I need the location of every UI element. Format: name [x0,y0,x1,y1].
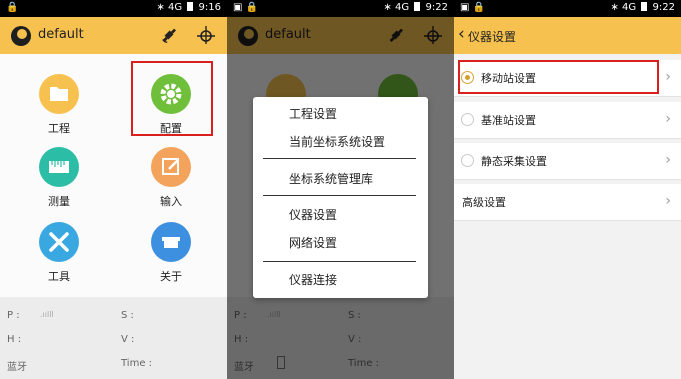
menu-divider [263,261,416,262]
info-panel: P : .ıılll S : H : V : 蓝牙 Time : [0,297,227,379]
ruler-icon [39,147,79,187]
instrument-settings-screen: ▣ 🔒 ∗ 4G 9:22 ‹ 仪器设置 移动站设置 › 基准站设置 › 静态采… [454,0,681,379]
tile-label: 测量 [48,195,70,208]
gps-target-icon[interactable] [196,25,216,45]
chevron-right-icon: › [665,193,671,209]
row-label: 静态采集设置 [481,155,547,168]
main-screen: 🔒 ∗ 4G 9:16 default 工程 配置 测量 输入 工具 关于 P … [0,0,227,379]
status-bar: 🔒 ∗ 4G 9:16 [0,0,227,17]
settings-row-advanced[interactable]: 高级设置 › [454,184,681,221]
tile-label: 工具 [48,270,70,283]
tile-label: 输入 [160,195,182,208]
lock-icon: 🔒 [472,2,486,13]
settings-row-base[interactable]: 基准站设置 › [454,102,681,139]
network-label: 4G [395,2,410,13]
bluetooth-icon: ∗ [383,2,392,13]
back-arrow-icon[interactable]: ‹ [458,24,465,44]
menu-item-instrument-connect[interactable]: 仪器连接 [289,271,337,288]
status-bar: ▣ 🔒 ∗ 4G 9:22 [454,0,681,17]
tile-label: 关于 [160,270,182,283]
satellite-icon[interactable] [160,25,178,45]
bluetooth-icon: ∗ [156,2,165,13]
menu-divider [263,195,416,196]
menu-item-project-settings[interactable]: 工程设置 [289,105,337,122]
status-right: ∗ 4G 9:22 [610,2,675,13]
menu-item-instrument-settings[interactable]: 仪器设置 [289,206,337,223]
edit-icon [151,147,191,187]
app-bar: default [0,17,227,54]
clock: 9:16 [198,2,221,13]
lock-icon: 🔒 [6,2,19,13]
menu-divider [263,158,416,159]
info-time: Time : [121,358,153,369]
status-bar: ▣ 🔒 ∗ 4G 9:22 [227,0,454,17]
tile-project[interactable]: 工程 [14,74,104,144]
network-label: 4G [622,2,637,13]
settings-title-bar: ‹ 仪器设置 [454,17,681,54]
radio-icon[interactable] [461,113,474,126]
tile-label: 工程 [48,122,70,135]
clock: 9:22 [425,2,448,13]
device-icon [151,222,191,262]
bluetooth-icon: ∗ [610,2,619,13]
chevron-right-icon: › [665,69,671,85]
status-left: ▣ 🔒 [233,2,259,13]
info-s: S : [121,310,134,321]
network-label: 4G [168,2,183,13]
chevron-right-icon: › [665,111,671,127]
battery-icon [641,2,648,11]
status-right: ∗ 4G 9:22 [383,2,448,13]
settings-row-static[interactable]: 静态采集设置 › [454,143,681,180]
info-h: H : [7,334,22,345]
status-left: ▣ 🔒 [460,2,486,13]
app-title: default [38,27,84,42]
info-bluetooth: 蓝牙 [7,362,27,373]
menu-item-current-coord-settings[interactable]: 当前坐标系统设置 [289,133,385,150]
highlight-box [131,61,213,136]
tile-about[interactable]: 关于 [126,222,216,292]
signal-icon: .ıılll [40,310,54,319]
tile-measure[interactable]: 测量 [14,147,104,217]
radio-icon[interactable] [461,154,474,167]
row-label: 高级设置 [462,196,506,209]
chevron-right-icon: › [665,152,671,168]
info-p: P : [7,310,20,321]
row-label: 基准站设置 [481,114,536,127]
menu-item-coord-library[interactable]: 坐标系统管理库 [289,170,373,187]
battery-icon [414,2,421,11]
page-title: 仪器设置 [468,30,517,44]
app-logo-icon [11,26,31,46]
lock-icon: 🔒 [245,2,259,13]
folder-icon [39,74,79,114]
menu-item-network-settings[interactable]: 网络设置 [289,234,337,251]
tools-icon [39,222,79,262]
highlight-box [458,60,659,94]
config-menu-screen: ▣ 🔒 ∗ 4G 9:22 default P : .ıılll S : H :… [227,0,454,379]
status-right: ∗ 4G 9:16 [156,2,221,13]
battery-icon [187,2,194,11]
config-menu: 工程设置 当前坐标系统设置 坐标系统管理库 仪器设置 网络设置 仪器连接 [253,97,428,298]
clock: 9:22 [652,2,675,13]
tile-tools[interactable]: 工具 [14,222,104,292]
info-v: V : [121,334,135,345]
tile-input[interactable]: 输入 [126,147,216,217]
